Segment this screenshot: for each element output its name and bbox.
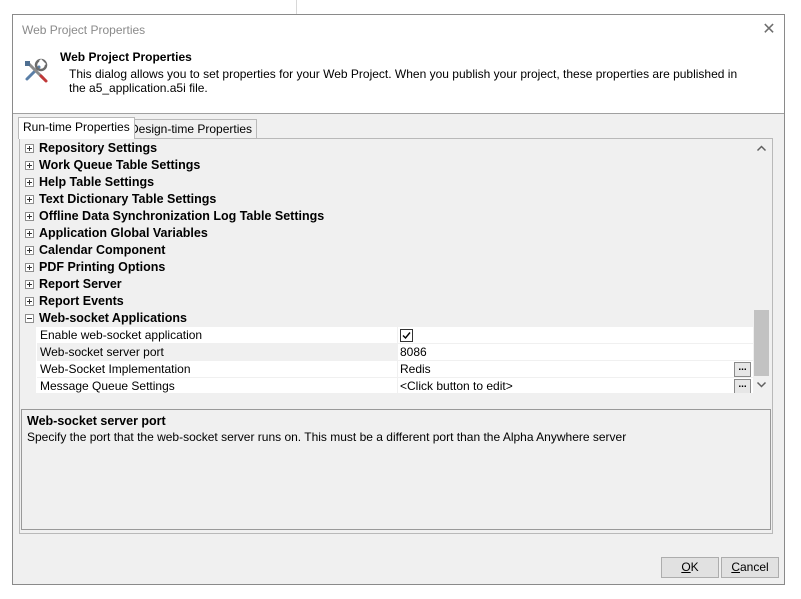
property-value[interactable]: 8086 — [397, 344, 753, 361]
dialog-header: Web Project Properties This dialog allow… — [13, 45, 784, 114]
expand-icon[interactable] — [25, 212, 34, 221]
header-title: Web Project Properties — [60, 50, 192, 64]
tab-design-time-properties[interactable]: Design-time Properties — [125, 119, 258, 138]
description-title: Web-socket server port — [27, 414, 166, 428]
category-help-table-settings[interactable]: Help Table Settings — [22, 174, 753, 191]
cancel-mnemonic: C — [731, 560, 740, 574]
property-value[interactable]: Redis — [397, 361, 753, 378]
tab-run-time-properties[interactable]: Run-time Properties — [18, 117, 135, 139]
expand-icon[interactable] — [25, 263, 34, 272]
scroll-thumb[interactable] — [754, 310, 769, 376]
chevron-down-icon — [756, 381, 767, 388]
expand-icon[interactable] — [25, 246, 34, 255]
expand-icon[interactable] — [25, 144, 34, 153]
header-description: This dialog allows you to set properties… — [69, 67, 738, 95]
collapse-icon[interactable] — [25, 314, 34, 323]
tab-label: Design-time Properties — [130, 122, 253, 136]
expand-icon[interactable] — [25, 229, 34, 238]
category-label: Web-socket Applications — [39, 311, 187, 325]
category-offline-data-sync-log[interactable]: Offline Data Synchronization Log Table S… — [22, 208, 753, 225]
scroll-up-button[interactable] — [753, 140, 770, 157]
category-label: Repository Settings — [39, 141, 158, 155]
window-title: Web Project Properties — [22, 23, 146, 37]
category-web-socket-applications[interactable]: Web-socket Applications — [22, 310, 753, 327]
row-margin — [22, 378, 36, 393]
ok-button[interactable]: OK — [661, 557, 719, 578]
web-project-properties-dialog: Web Project Properties ✕ Web Project Pro… — [12, 14, 785, 585]
title-bar: Web Project Properties ✕ — [13, 15, 784, 45]
property-value[interactable]: <Click button to edit> — [397, 378, 753, 393]
grid-scrollbar[interactable] — [753, 140, 770, 393]
category-label: Work Queue Table Settings — [39, 158, 201, 172]
property-description-panel: Web-socket server port Specify the port … — [21, 409, 771, 530]
property-message-queue-settings[interactable]: Message Queue Settings <Click button to … — [22, 378, 753, 393]
property-web-socket-server-port[interactable]: Web-socket server port 8086 — [22, 344, 753, 361]
row-margin — [22, 327, 36, 344]
expand-icon[interactable] — [25, 280, 34, 289]
category-label: Calendar Component — [39, 243, 166, 257]
category-report-server[interactable]: Report Server — [22, 276, 753, 293]
category-repository-settings[interactable]: Repository Settings — [22, 140, 753, 157]
scroll-down-button[interactable] — [753, 376, 770, 393]
description-text: Specify the port that the web-socket ser… — [27, 430, 627, 444]
property-name[interactable]: Enable web-socket application — [37, 327, 398, 344]
property-name[interactable]: Web-socket server port — [37, 344, 398, 361]
property-value[interactable] — [397, 327, 753, 344]
chevron-up-icon — [756, 145, 767, 152]
enable-web-socket-checkbox[interactable] — [400, 329, 413, 342]
ok-mnemonic: O — [681, 560, 691, 574]
category-application-global-variables[interactable]: Application Global Variables — [22, 225, 753, 242]
category-label: Help Table Settings — [39, 175, 155, 189]
expand-icon[interactable] — [25, 161, 34, 170]
property-enable-web-socket[interactable]: Enable web-socket application — [22, 327, 753, 344]
edit-message-queue-button[interactable]: ... — [734, 379, 751, 393]
close-button[interactable]: ✕ — [758, 19, 780, 41]
edit-implementation-button[interactable]: ... — [734, 362, 751, 377]
category-label: Application Global Variables — [39, 226, 208, 240]
category-label: PDF Printing Options — [39, 260, 166, 274]
category-label: Report Events — [39, 294, 124, 308]
row-margin — [22, 361, 36, 378]
category-report-events[interactable]: Report Events — [22, 293, 753, 310]
close-icon: ✕ — [762, 21, 776, 38]
expand-icon[interactable] — [25, 178, 34, 187]
category-work-queue-table-settings[interactable]: Work Queue Table Settings — [22, 157, 753, 174]
expand-icon[interactable] — [25, 297, 34, 306]
expand-icon[interactable] — [25, 195, 34, 204]
tools-icon — [21, 57, 49, 85]
category-text-dictionary-table-settings[interactable]: Text Dictionary Table Settings — [22, 191, 753, 208]
property-web-socket-implementation[interactable]: Web-Socket Implementation Redis ... — [22, 361, 753, 378]
property-name[interactable]: Web-Socket Implementation — [37, 361, 398, 378]
category-label: Offline Data Synchronization Log Table S… — [39, 209, 325, 223]
ok-label-rest: K — [690, 560, 699, 574]
tab-label: Run-time Properties — [23, 120, 130, 134]
row-margin — [22, 344, 36, 361]
property-grid[interactable]: Repository Settings Work Queue Table Set… — [22, 140, 753, 393]
background-divider — [296, 0, 297, 14]
category-label: Text Dictionary Table Settings — [39, 192, 217, 206]
category-label: Report Server — [39, 277, 122, 291]
category-calendar-component[interactable]: Calendar Component — [22, 242, 753, 259]
category-pdf-printing-options[interactable]: PDF Printing Options — [22, 259, 753, 276]
property-name[interactable]: Message Queue Settings — [37, 378, 398, 393]
cancel-label-rest: ancel — [739, 560, 769, 574]
cancel-button[interactable]: Cancel — [721, 557, 779, 578]
